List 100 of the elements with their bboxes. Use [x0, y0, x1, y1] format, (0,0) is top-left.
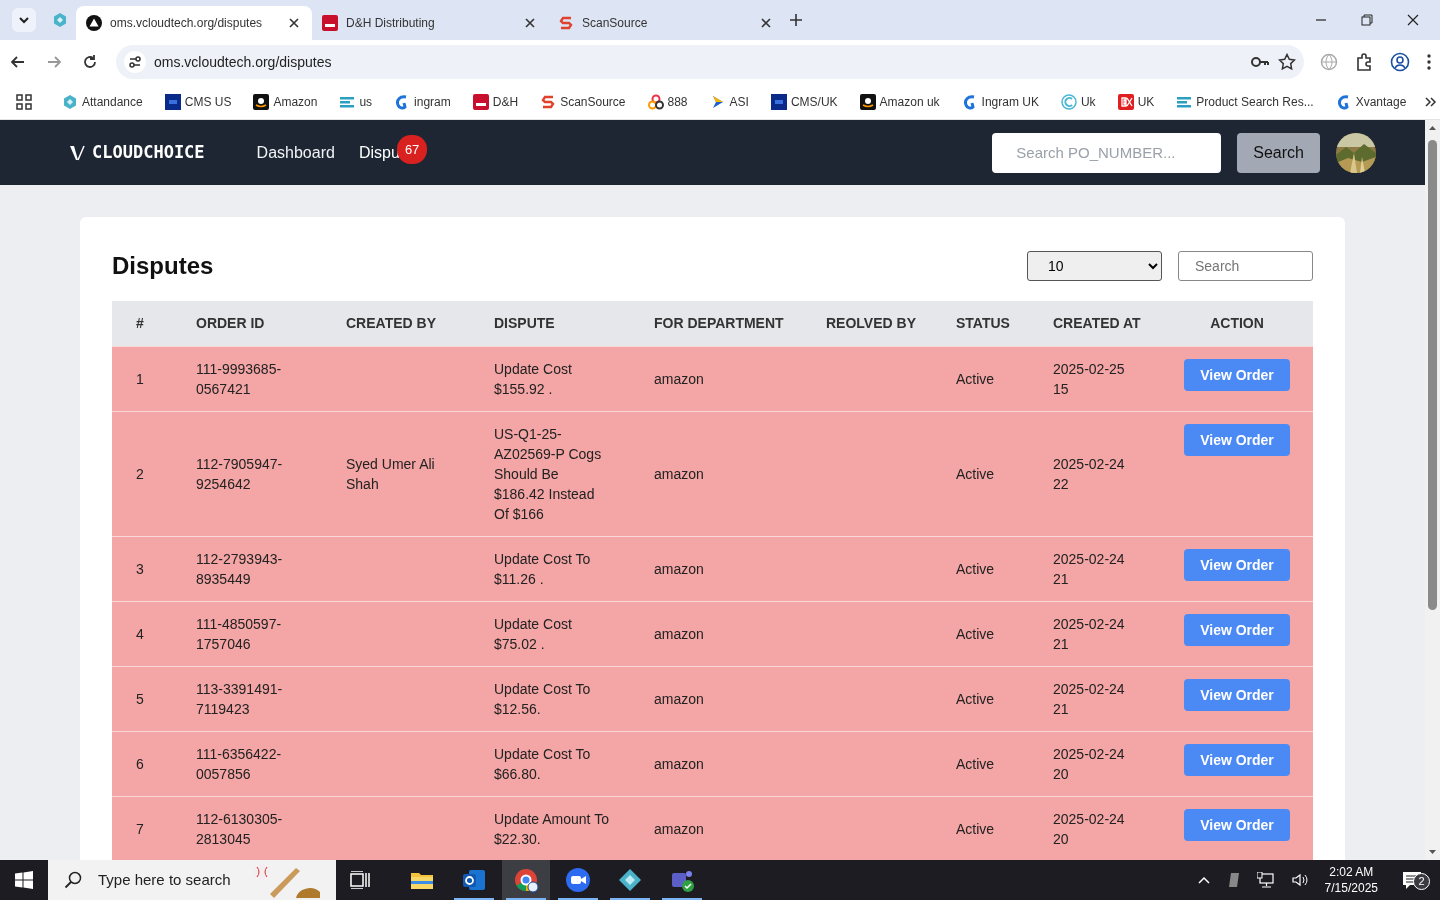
table-cell: 2025-02-24 21: [1037, 666, 1161, 731]
swirl-logo-icon: [961, 93, 978, 110]
column-header: STATUS: [940, 301, 1037, 346]
extensions-icon[interactable]: [1354, 52, 1374, 72]
task-view-icon[interactable]: [350, 871, 370, 889]
bookmark[interactable]: us: [335, 92, 377, 111]
bookmark[interactable]: ASI: [705, 92, 753, 111]
table-cell: 3: [112, 536, 180, 601]
browser-tab[interactable]: ScanSource: [548, 6, 784, 40]
bookmark[interactable]: Uk: [1056, 92, 1100, 111]
table-cell: amazon: [638, 411, 810, 536]
table-cell: US-Q1-25-AZ02569-P Cogs Should Be $186.42 Instead Of $166: [478, 411, 638, 536]
hexagon-logo-icon: [62, 93, 78, 110]
bookmark[interactable]: UK: [1113, 92, 1159, 111]
square-tile-logo-icon: [472, 93, 489, 110]
table-cell: amazon: [638, 796, 810, 860]
mail-app-icon: [461, 867, 487, 893]
bookmark[interactable]: Amazon: [249, 92, 322, 111]
table-cell: Active: [940, 536, 1037, 601]
table-cell: amazon: [638, 346, 810, 411]
square-logo-icon: [770, 93, 787, 110]
taskbar-search-field[interactable]: Type here to search: [48, 860, 336, 900]
table-cell: Active: [940, 796, 1037, 860]
bookmark[interactable]: Product Search Res...: [1172, 92, 1318, 111]
bookmark[interactable]: Ingram UK: [957, 92, 1043, 111]
table-cell: 2025-02-24 21: [1037, 536, 1161, 601]
table-cell: 7: [112, 796, 180, 860]
bookmark[interactable]: D&H: [468, 92, 523, 111]
address-bar[interactable]: oms.vcloudtech.org/disputes: [116, 45, 1304, 79]
table-cell: 4: [112, 601, 180, 666]
table-cell: Syed Umer Ali Shah: [330, 411, 478, 536]
table-cell: amazon: [638, 731, 810, 796]
bookmark[interactable]: CMS/UK: [766, 92, 842, 111]
search-field[interactable]: Search PO_NUMBER...: [992, 132, 1222, 173]
table-cell: 6: [112, 731, 180, 796]
star-icon[interactable]: [1278, 53, 1296, 71]
table-cell: Active: [940, 346, 1037, 411]
smile-logo-icon: [253, 93, 270, 110]
table-cell: Update Cost To $12.56.: [478, 666, 638, 731]
swirl-logo-icon: [1335, 93, 1352, 110]
search-button[interactable]: Search: [1237, 132, 1320, 173]
restore-icon[interactable]: [1359, 12, 1375, 28]
taskbar-clock[interactable]: 2:02 AM 7/15/2025: [1324, 864, 1378, 896]
table-cell: Active: [940, 411, 1037, 536]
table-cell: 2: [112, 411, 180, 536]
table-cell: Update Cost $75.02 .: [478, 601, 638, 666]
network-icon[interactable]: [1256, 872, 1275, 888]
table-cell: 2025-02-24 20: [1037, 796, 1161, 860]
table-cell: 2025-02-25 15: [1037, 346, 1161, 411]
tray-app-icon[interactable]: [1226, 872, 1241, 888]
taskbar-app[interactable]: [502, 860, 550, 900]
page-size-select[interactable]: 10: [1027, 251, 1162, 281]
nav-link[interactable]: Dashboard: [256, 143, 335, 161]
circle-logo-icon: [1060, 93, 1077, 110]
apps-icon[interactable]: [16, 93, 32, 110]
table-search-field[interactable]: Search: [1178, 251, 1313, 281]
bookmark[interactable]: Amazon uk: [855, 92, 944, 111]
bookmark[interactable]: CMS US: [160, 92, 236, 111]
menu-icon[interactable]: [1426, 53, 1432, 71]
column-header: #: [112, 301, 180, 346]
brand-logo[interactable]: CLOUDCHOICE: [92, 139, 205, 166]
bookmark[interactable]: 888: [643, 92, 692, 111]
smile-logo-icon: [859, 93, 876, 110]
windows-start-icon[interactable]: [15, 871, 33, 889]
table-cell: amazon: [638, 536, 810, 601]
tab-list-icon[interactable]: [12, 8, 36, 32]
table-cell: 113-3391491-7119423: [180, 666, 330, 731]
browser-app-icon: [513, 867, 539, 893]
column-header: REOLVED BY: [810, 301, 940, 346]
bookmark[interactable]: ingram: [390, 92, 455, 111]
table-cell: 2025-02-24 22: [1037, 411, 1161, 536]
triangle-logo-icon: [86, 15, 102, 31]
table-cell: 1: [112, 346, 180, 411]
table-cell: amazon: [638, 666, 810, 731]
site-settings-icon[interactable]: [124, 51, 146, 73]
video-app-icon: [565, 867, 591, 893]
table-cell: Update Cost $155.92 .: [478, 346, 638, 411]
close-icon[interactable]: [1405, 12, 1421, 28]
table-cell: Update Amount To $22.30.: [478, 796, 638, 860]
table-cell: 112-7905947-9254642: [180, 411, 330, 536]
bookmark[interactable]: Attandance: [58, 92, 147, 111]
bookmark[interactable]: ScanSource: [536, 92, 630, 111]
table-cell: 111-9993685-0567421: [180, 346, 330, 411]
table-cell: 112-6130305-2813045: [180, 796, 330, 860]
table-cell: Active: [940, 666, 1037, 731]
table-cell: 111-4850597-1757046: [180, 601, 330, 666]
browser-tab[interactable]: D&H Distributing: [312, 6, 548, 40]
table-cell: 112-2793943-8935449: [180, 536, 330, 601]
volume-icon[interactable]: [1290, 872, 1309, 888]
new-tab-icon[interactable]: [788, 12, 804, 28]
table-cell: 111-6356422-0057856: [180, 731, 330, 796]
bookmark[interactable]: Xvantage: [1331, 92, 1411, 111]
browser-tab[interactable]: oms.vcloudtech.org/disputes: [76, 6, 312, 40]
table-cell: Active: [940, 731, 1037, 796]
column-header: CREATED AT: [1037, 301, 1161, 346]
column-header: FOR DEPARTMENT: [638, 301, 810, 346]
profile-icon[interactable]: [1390, 52, 1410, 72]
rings-logo-icon: [647, 93, 664, 110]
table-cell: Update Cost To $11.26 .: [478, 536, 638, 601]
page-title: Disputes: [112, 251, 214, 281]
